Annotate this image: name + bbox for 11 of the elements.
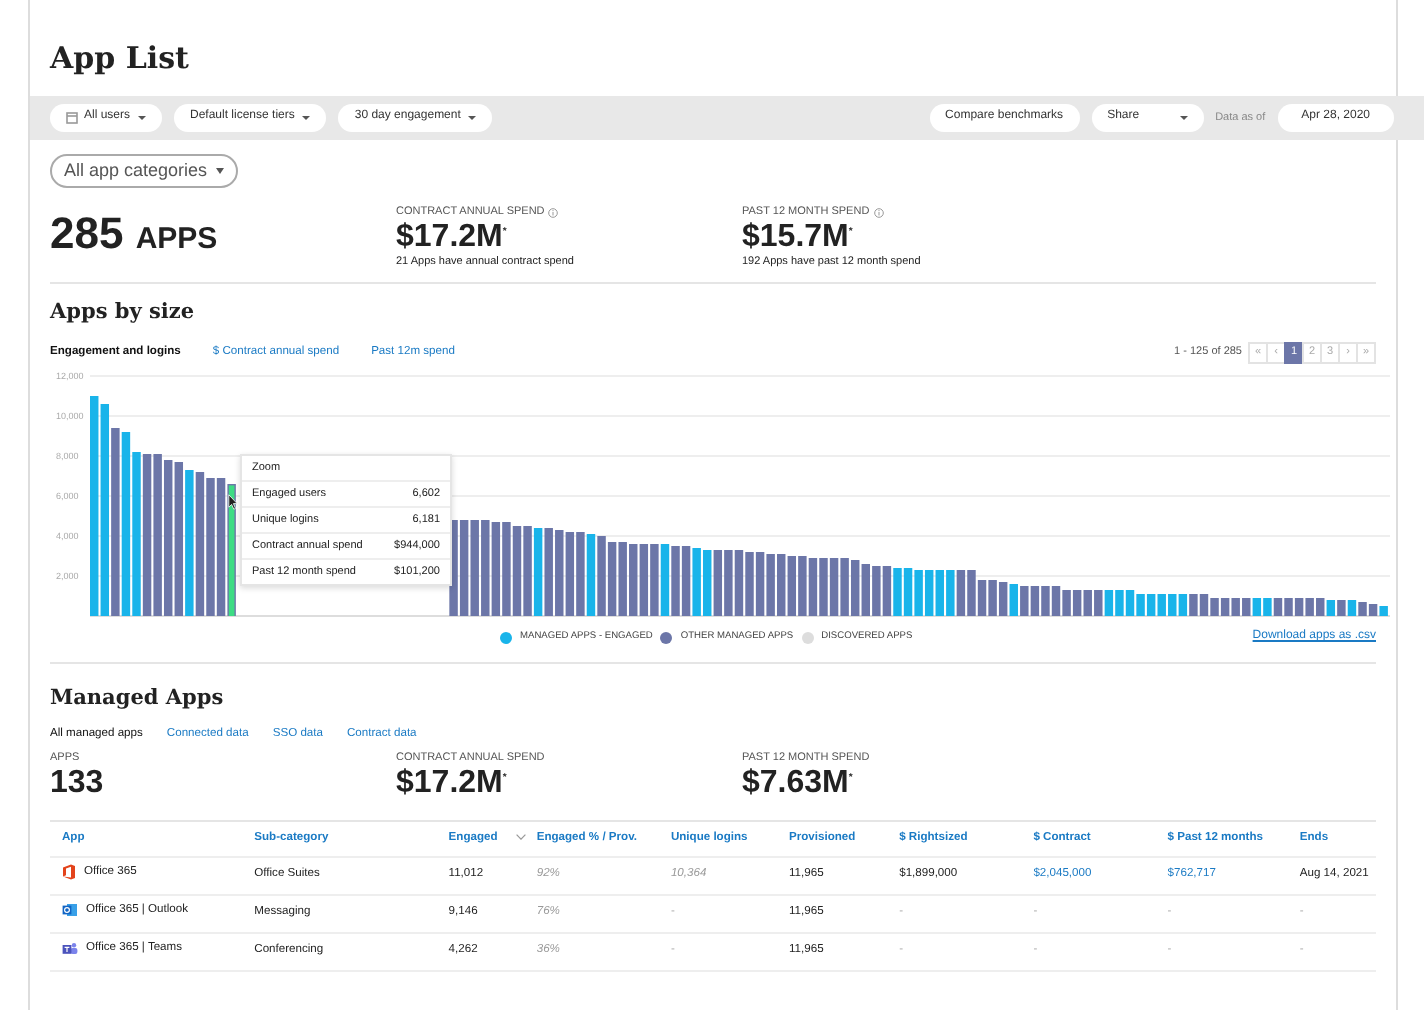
count-unit: APPS	[135, 221, 218, 256]
app-count: 285	[50, 207, 126, 258]
category-dropdown[interactable]: All app categories	[50, 154, 238, 188]
metric-value: $15.7M$^{*}$	[742, 220, 855, 256]
metric-value: 133	[50, 766, 106, 802]
metric-value: $17.2M$^{*}$	[396, 220, 509, 256]
metric-value: $17.2M$^{*}$	[396, 766, 509, 802]
metric-value: $7.63M$^{*}$	[742, 766, 855, 802]
section-heading: Managed Apps	[50, 684, 226, 712]
page-title: App List	[47, 38, 191, 80]
section-heading: Apps by size	[50, 298, 197, 326]
